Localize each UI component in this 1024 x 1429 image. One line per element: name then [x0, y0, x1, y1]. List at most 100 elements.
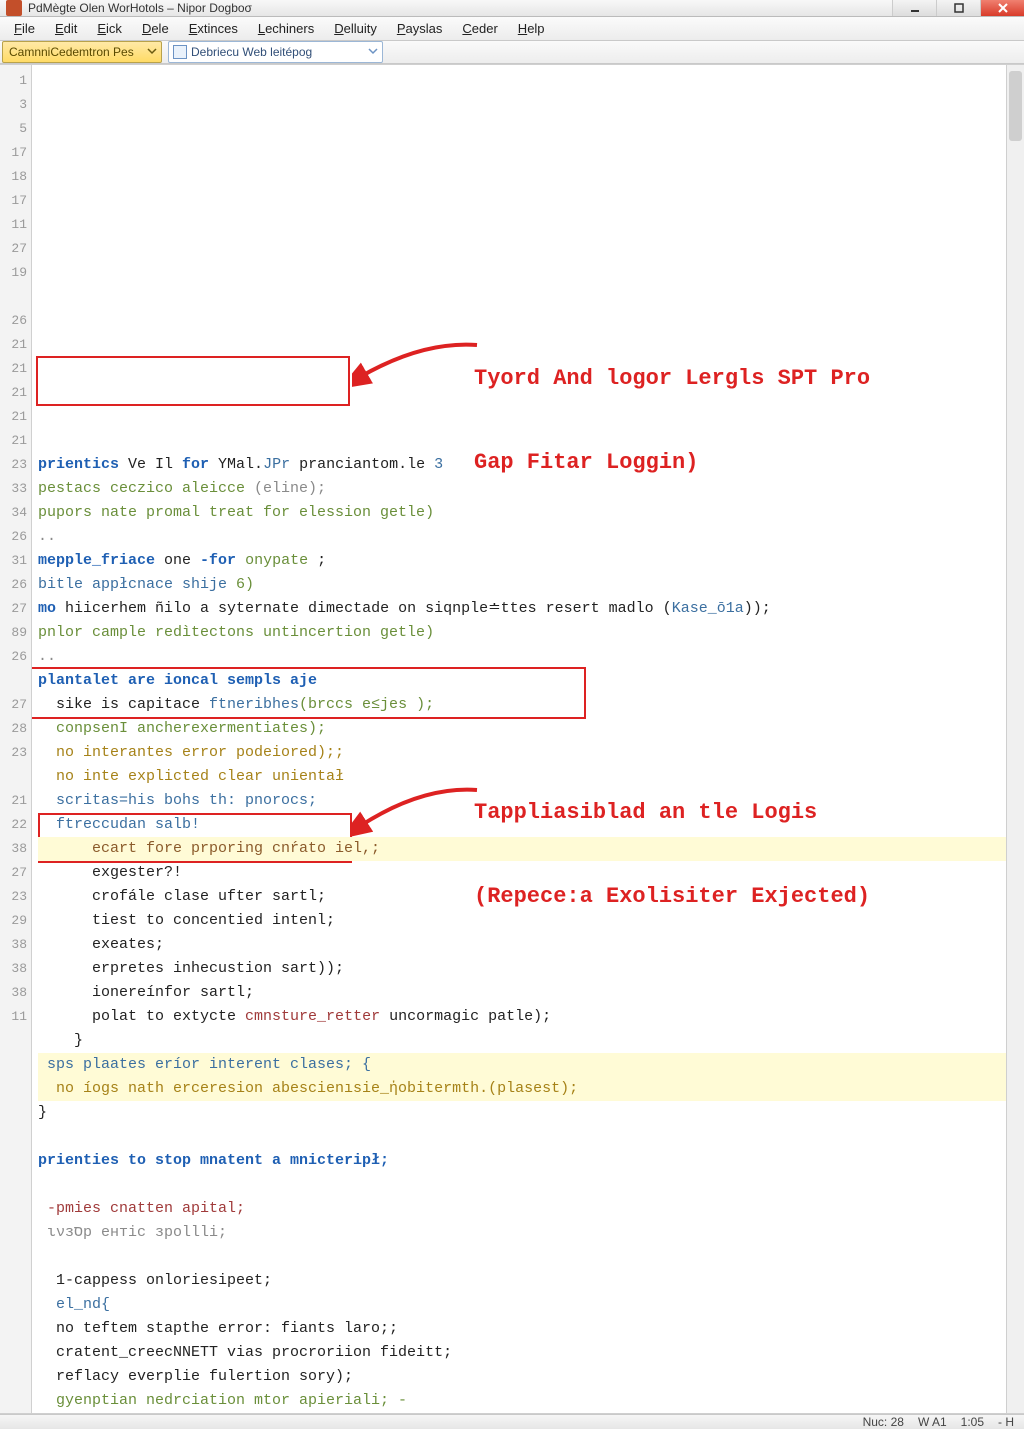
target-combo[interactable]: Debriecu Web leitépog [168, 41, 383, 63]
line-number: 23 [0, 453, 27, 477]
titlebar: PdMègte Olen WorHotols – Nipor Dogboσ [0, 0, 1024, 17]
menu-lechiners[interactable]: Lechiners [248, 17, 324, 40]
code-line: .. [38, 645, 1006, 669]
callout-1-line1: Tyord And logor Lergls SPT Pro [474, 365, 984, 393]
line-number: 23 [0, 885, 27, 909]
line-number: 31 [0, 549, 27, 573]
line-number: 3 [0, 93, 27, 117]
code-line: cratent_creecNNETT vias procroriion fide… [38, 1341, 1006, 1365]
scrollbar-thumb[interactable] [1009, 71, 1022, 141]
status-line: Nuc: 28 [863, 1415, 904, 1429]
menu-help[interactable]: Help [508, 17, 555, 40]
menu-dele[interactable]: Dele [132, 17, 179, 40]
line-number: 11 [0, 1005, 27, 1029]
line-number: 21 [0, 381, 27, 405]
menu-eick[interactable]: Eick [87, 17, 132, 40]
line-number: 27 [0, 237, 27, 261]
line-number [0, 765, 27, 789]
line-number: 21 [0, 333, 27, 357]
arrow-1 [352, 333, 482, 393]
code-line: -pmies cnatten apital; [38, 1197, 1006, 1221]
code-line [38, 1245, 1006, 1269]
code-line: plantalet are ioncal sempls aje [38, 669, 1006, 693]
code-line: el_nd{ [38, 1293, 1006, 1317]
config-combo[interactable]: CamnniCedemtron Pes [2, 41, 162, 63]
line-number: 21 [0, 429, 27, 453]
line-number: 17 [0, 141, 27, 165]
code-line: pestacs ceczico aleicce (eline); [38, 477, 1006, 501]
editor: 1351718171127192621212121212333342631262… [0, 64, 1024, 1413]
line-number: 28 [0, 717, 27, 741]
menu-edit[interactable]: Edit [45, 17, 87, 40]
minimize-button[interactable] [892, 0, 936, 16]
maximize-button[interactable] [936, 0, 980, 16]
target-combo-text: Debriecu Web leitépog [191, 45, 312, 59]
line-number [0, 285, 27, 309]
code-line: prientics Ve Il for YMal.JPr pranciantom… [38, 453, 1006, 477]
code-line: tiest to concentied intenl; [38, 909, 1006, 933]
document-icon [173, 45, 187, 59]
line-number: 22 [0, 813, 27, 837]
menu-extinces[interactable]: Extinces [179, 17, 248, 40]
menubar: FileEditEickDeleExtincesLechinersDelluit… [0, 17, 1024, 41]
line-number: 21 [0, 405, 27, 429]
line-number: 89 [0, 621, 27, 645]
code-line: ecart fore prporing cnŕato iel,; [38, 837, 1006, 861]
code-line: polat to extycte cmnsture_retter uncorma… [38, 1005, 1006, 1029]
close-button[interactable] [980, 0, 1024, 16]
line-number: 29 [0, 909, 27, 933]
line-number: 11 [0, 213, 27, 237]
line-number: 18 [0, 165, 27, 189]
config-combo-text: CamnniCedemtron Pes [9, 45, 134, 59]
code-line: exgester?! [38, 861, 1006, 885]
line-number: 23 [0, 741, 27, 765]
line-number: 5 [0, 117, 27, 141]
code-line: crofále clase ufter sartl; [38, 885, 1006, 909]
code-line: conpsenI ancherexermentiates); [38, 717, 1006, 741]
line-number: 38 [0, 981, 27, 1005]
app-icon [6, 0, 22, 16]
line-number: 21 [0, 357, 27, 381]
code-line: scritas=his bohs th: pnorocs; [38, 789, 1006, 813]
line-number: 27 [0, 597, 27, 621]
code-line: pupors nate promal treat for elession ge… [38, 501, 1006, 525]
line-number: 33 [0, 477, 27, 501]
code-line: ινзסр ентіс зроllli; [38, 1221, 1006, 1245]
line-number: 38 [0, 933, 27, 957]
code-line: mo hiicerhem ñilo a syternate dimectade … [38, 597, 1006, 621]
menu-payslas[interactable]: Payslas [387, 17, 453, 40]
line-number: 26 [0, 573, 27, 597]
status-end: - H [998, 1415, 1014, 1429]
code-line: gyenptian nedrciation mtor apieriali; - [38, 1389, 1006, 1413]
code-line: no interantes error podeiored);; [38, 741, 1006, 765]
vertical-scrollbar[interactable] [1006, 65, 1024, 1413]
code-area[interactable]: Tyord And logor Lergls SPT Pro Gap Fitar… [32, 65, 1006, 1413]
code-line: no inte explicted clear unientał [38, 765, 1006, 789]
code-line: } [38, 1101, 1006, 1125]
code-line: no teftem stapthe error: fiants laro;; [38, 1317, 1006, 1341]
code-line: sps plaates eríor interent clases; { [38, 1053, 1006, 1077]
code-line: no íogs nath erceresion abescienısie_ἡob… [38, 1077, 1006, 1101]
status-time: 1:05 [961, 1415, 984, 1429]
annotation-box-1 [36, 356, 350, 406]
toolbar: CamnniCedemtron Pes Debriecu Web leitépo… [0, 41, 1024, 64]
line-number: 38 [0, 837, 27, 861]
code-line: ionereínfor sartl; [38, 981, 1006, 1005]
statusbar: Nuc: 28 W A1 1:05 - H [0, 1414, 1024, 1429]
line-number: 26 [0, 309, 27, 333]
line-number: 26 [0, 645, 27, 669]
code-line: bitle appłcnace shije 6) [38, 573, 1006, 597]
line-number: 26 [0, 525, 27, 549]
menu-delluity[interactable]: Delluity [324, 17, 387, 40]
horizontal-scrollbar[interactable] [0, 1413, 1024, 1414]
status-col: W A1 [918, 1415, 947, 1429]
line-number [0, 669, 27, 693]
line-number: 21 [0, 789, 27, 813]
code-line: ftreccudan salb! [38, 813, 1006, 837]
chevron-down-icon [368, 45, 378, 59]
code-line [38, 1173, 1006, 1197]
menu-file[interactable]: File [4, 17, 45, 40]
menu-ceder[interactable]: Ceder [452, 17, 507, 40]
code-line: 1-cappess onloriesipeet; [38, 1269, 1006, 1293]
line-number: 34 [0, 501, 27, 525]
